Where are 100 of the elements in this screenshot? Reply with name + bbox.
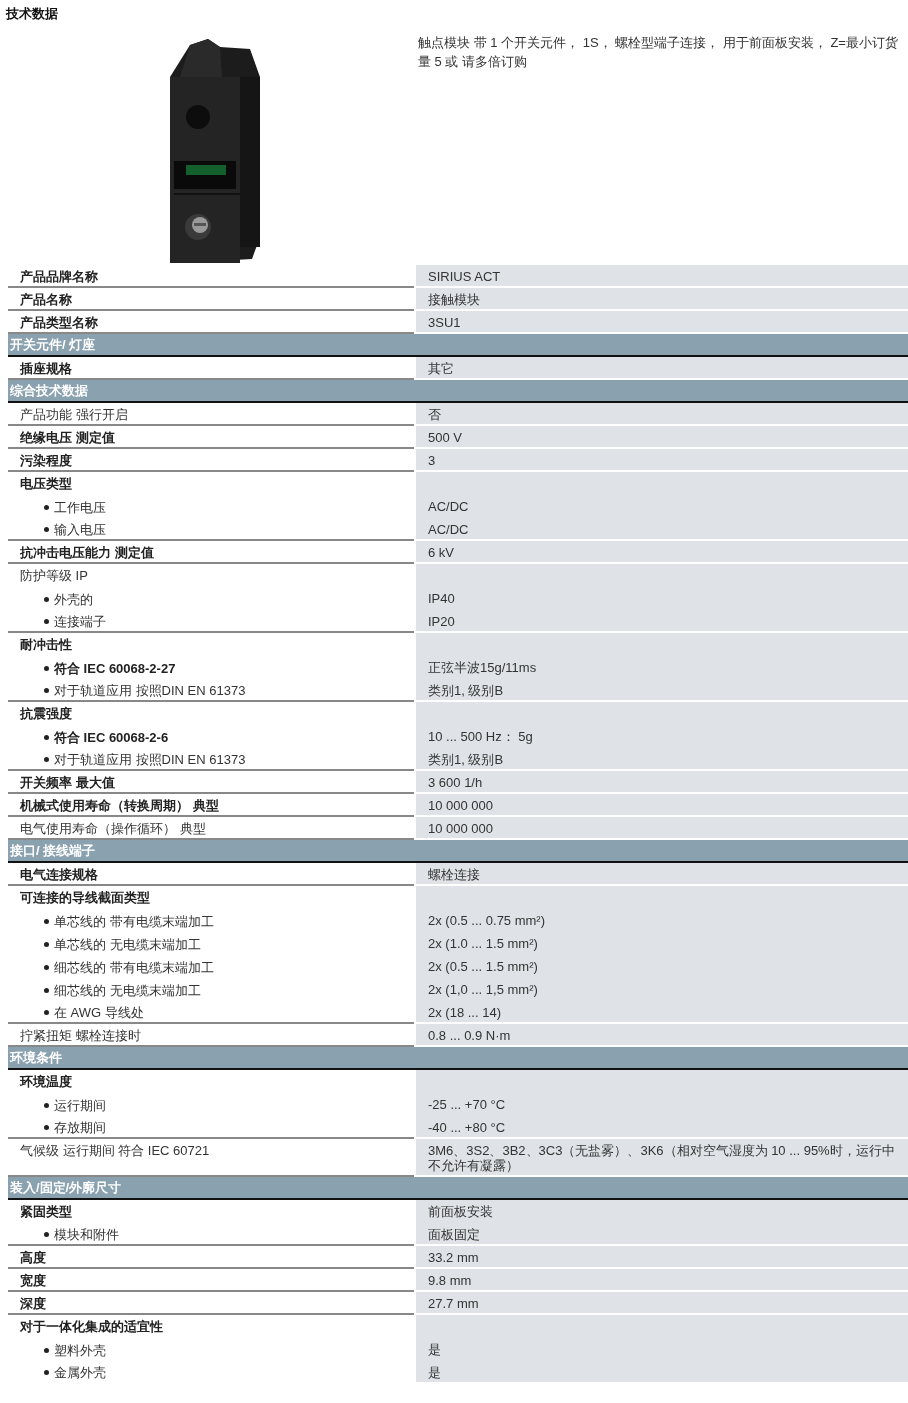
- table-cell: 3 600 1/h: [428, 775, 483, 790]
- table-cell: 前面板安装: [428, 1204, 493, 1219]
- table-cell-text: 插座规格: [19, 360, 73, 378]
- table-cell: 存放期间: [54, 1120, 106, 1135]
- bullet-icon: [44, 688, 49, 693]
- section-heading: 装入/固定/外廓尺寸: [8, 1177, 908, 1200]
- table-cell-text: 产品类型名称: [19, 314, 99, 332]
- table-cell: 2x (1,0 ... 1,5 mm²): [428, 982, 538, 997]
- table-cell: 类别1, 级别B: [428, 752, 504, 767]
- table-cell: 面板固定: [428, 1227, 480, 1242]
- table-cell: 2x (0.5 ... 0.75 mm²): [428, 913, 546, 928]
- table-cell-text: 高度: [19, 1249, 47, 1267]
- bullet-icon: [44, 1232, 49, 1237]
- section-heading: 环境条件: [8, 1047, 908, 1070]
- bullet-icon: [44, 919, 49, 924]
- table-cell: -25 ... +70 °C: [428, 1097, 506, 1112]
- table-cell-text: 耐冲击性: [19, 636, 73, 654]
- bullet-icon: [44, 505, 49, 510]
- bullet-icon: [44, 942, 49, 947]
- table-cell: 接触模块: [428, 292, 480, 307]
- table-cell-text: 深度: [19, 1295, 47, 1313]
- table-cell-text: 机械式使用寿命（转换周期） 典型: [18, 797, 220, 815]
- table-cell-text: 抗震强度: [19, 705, 73, 723]
- table-cell: 10 ... 500 Hz： 5g: [428, 729, 533, 744]
- bullet-icon: [44, 735, 49, 740]
- table-cell-text: 可连接的导线截面类型: [19, 889, 151, 907]
- table-cell-text: 开关频率 最大值: [19, 774, 116, 792]
- table-cell: 外壳的: [54, 592, 93, 607]
- table-cell: 否: [428, 407, 441, 422]
- bullet-icon: [44, 1010, 49, 1015]
- bullet-icon: [44, 619, 49, 624]
- table-cell: 3: [428, 453, 436, 468]
- table-cell-text: 污染程度: [19, 452, 73, 470]
- table-cell-text: 产品名称: [19, 291, 73, 309]
- table-cell-text: 绝缘电压 测定值: [19, 429, 116, 447]
- bullet-icon: [44, 1125, 49, 1130]
- table-cell-text: 抗冲击电压能力 测定值: [19, 544, 155, 562]
- table-cell: 模块和附件: [54, 1227, 119, 1242]
- product-description: 触点模块 带 1 个开关元件， 1S， 螺栓型端子连接， 用于前面板安装， Z=最小订货量 5 或 请多倍订购: [418, 34, 899, 71]
- section-heading: 开关元件/ 灯座: [8, 334, 908, 357]
- table-cell: 2x (1.0 ... 1.5 mm²): [428, 936, 538, 951]
- table-cell: 是: [428, 1365, 441, 1380]
- table-cell: 500 V: [428, 430, 462, 445]
- table-cell: 工作电压: [54, 500, 106, 515]
- table-cell-text: 气候级 运行期间 符合 IEC 60721: [19, 1142, 211, 1160]
- section-heading: 综合技术数据: [8, 380, 908, 403]
- bullet-icon: [44, 1370, 49, 1375]
- table-cell: 3SU1: [428, 315, 461, 330]
- table-cell: 类别1, 级别B: [428, 683, 504, 698]
- table-cell: 9.8 mm: [428, 1273, 472, 1288]
- table-cell: 10 000 000: [428, 821, 494, 836]
- table-cell: 连接端子: [54, 614, 106, 629]
- table-cell: SIRIUS ACT: [428, 269, 501, 284]
- bullet-icon: [44, 1103, 49, 1108]
- table-cell: 3M6、3S2、3B2、3C3（无盐雾）、3K6（相对空气湿度为 10 ... 95%时，运行中不允许有凝露）: [428, 1143, 895, 1173]
- table-cell-text: 电气使用寿命（操作循环） 典型: [19, 820, 207, 838]
- table-cell: 对于轨道应用 按照DIN EN 61373: [54, 683, 246, 698]
- section-heading: 接口/ 接线端子: [8, 840, 908, 863]
- table-cell: 对于轨道应用 按照DIN EN 61373: [54, 752, 246, 767]
- table-cell: 单芯线的 带有电缆末端加工: [54, 914, 214, 929]
- table-cell: 细芯线的 带有电缆末端加工: [54, 960, 214, 975]
- table-cell-text: 电压类型: [19, 475, 73, 493]
- bullet-icon: [44, 965, 49, 970]
- table-cell-text: 对于一体化集成的适宜性: [19, 1318, 164, 1336]
- table-cell: 在 AWG 导线处: [54, 1005, 144, 1020]
- bullet-icon: [44, 988, 49, 993]
- table-cell: 正弦半波15g/11ms: [428, 660, 537, 675]
- bullet-icon: [44, 1348, 49, 1353]
- table-cell-text: 拧紧扭矩 螺栓连接时: [19, 1027, 142, 1045]
- table-cell: 输入电压: [54, 522, 106, 537]
- table-cell: 0.8 ... 0.9 N·m: [428, 1028, 511, 1043]
- table-cell-text: 防护等级 IP: [19, 567, 89, 585]
- bullet-icon: [44, 527, 49, 532]
- table-cell: AC/DC: [428, 522, 469, 537]
- table-cell: 6 kV: [428, 545, 454, 560]
- table-cell: 其它: [428, 361, 454, 376]
- page-title: 技术数据: [4, 5, 59, 23]
- table-cell: -40 ... +80 °C: [428, 1120, 506, 1135]
- table-cell: 符合 IEC 60068-2-27: [54, 661, 176, 676]
- table-cell: 2x (0.5 ... 1.5 mm²): [428, 959, 538, 974]
- table-cell-text: 紧固类型: [19, 1203, 73, 1221]
- table-cell: 单芯线的 无电缆末端加工: [54, 937, 201, 952]
- table-cell: 符合 IEC 60068-2-6: [54, 730, 169, 745]
- table-cell: IP40: [428, 591, 455, 606]
- table-cell: 是: [428, 1342, 441, 1357]
- table-cell: 细芯线的 无电缆末端加工: [54, 983, 201, 998]
- table-cell: 金属外壳: [54, 1365, 106, 1380]
- table-cell: 33.2 mm: [428, 1250, 479, 1265]
- table-cell-text: 宽度: [19, 1272, 47, 1290]
- table-cell: 螺栓连接: [428, 867, 480, 882]
- bullet-icon: [44, 597, 49, 602]
- table-cell: IP20: [428, 614, 455, 629]
- table-cell: 2x (18 ... 14): [428, 1005, 501, 1020]
- bullet-icon: [44, 666, 49, 671]
- table-cell: 塑料外壳: [54, 1343, 106, 1358]
- table-cell-text: 产品功能 强行开启: [19, 406, 129, 424]
- table-cell: 运行期间: [54, 1098, 106, 1113]
- table-cell: 27.7 mm: [428, 1296, 479, 1311]
- bullet-icon: [44, 757, 49, 762]
- table-cell-text: 电气连接规格: [19, 866, 99, 884]
